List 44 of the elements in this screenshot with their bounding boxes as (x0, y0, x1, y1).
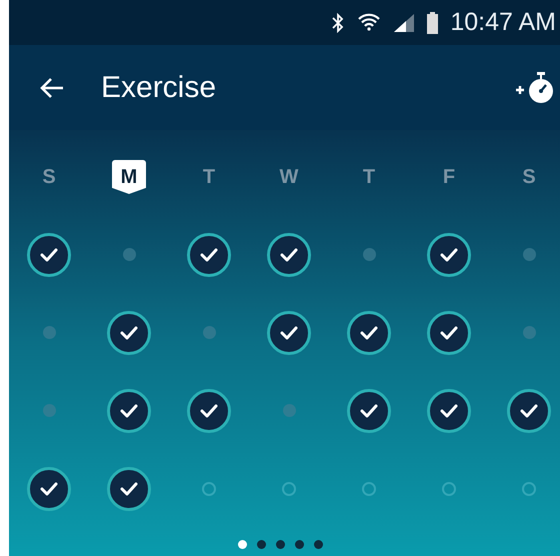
check-icon (360, 404, 378, 418)
weekday-label: W (280, 165, 298, 190)
screen-title: Exercise (101, 70, 216, 106)
completed-day-check[interactable] (347, 310, 391, 354)
weekday-label: T (202, 165, 216, 190)
completed-day-check[interactable] (347, 388, 391, 432)
completed-day-check[interactable] (267, 232, 311, 276)
wifi-icon (357, 12, 382, 34)
check-icon (40, 248, 58, 262)
signal-icon (393, 12, 416, 32)
completed-day-check[interactable] (427, 388, 471, 432)
completed-day-check[interactable] (107, 466, 151, 510)
completed-day-check[interactable] (187, 232, 231, 276)
weekday-label: S (522, 165, 536, 190)
check-icon (280, 326, 298, 340)
battery-icon (427, 12, 438, 34)
completed-day-check[interactable] (27, 466, 71, 510)
completed-day-check[interactable] (107, 310, 151, 354)
weekday-label: M (112, 160, 146, 194)
check-icon (360, 326, 378, 340)
check-icon (120, 326, 138, 340)
check-icon (40, 482, 58, 496)
check-icon (120, 404, 138, 418)
completed-day-check[interactable] (507, 388, 551, 432)
check-icon (440, 248, 458, 262)
completed-day-check[interactable] (427, 310, 471, 354)
check-icon (440, 326, 458, 340)
completed-day-check[interactable] (107, 388, 151, 432)
weekday-label: S (42, 165, 56, 190)
clock-time: 10:47 AM (450, 6, 556, 38)
completed-day-check[interactable] (187, 388, 231, 432)
completed-day-check[interactable] (267, 310, 311, 354)
back-arrow-icon[interactable] (39, 76, 65, 98)
completed-day-check[interactable] (27, 232, 71, 276)
check-icon (200, 404, 218, 418)
check-icon (520, 404, 538, 418)
bluetooth-icon (331, 12, 346, 32)
weekday-label: T (362, 165, 376, 190)
check-icon (440, 404, 458, 418)
weekday-label: F (442, 165, 456, 190)
check-icon (120, 482, 138, 496)
check-icon (200, 248, 218, 262)
check-icon (280, 248, 298, 262)
completed-day-check[interactable] (427, 232, 471, 276)
